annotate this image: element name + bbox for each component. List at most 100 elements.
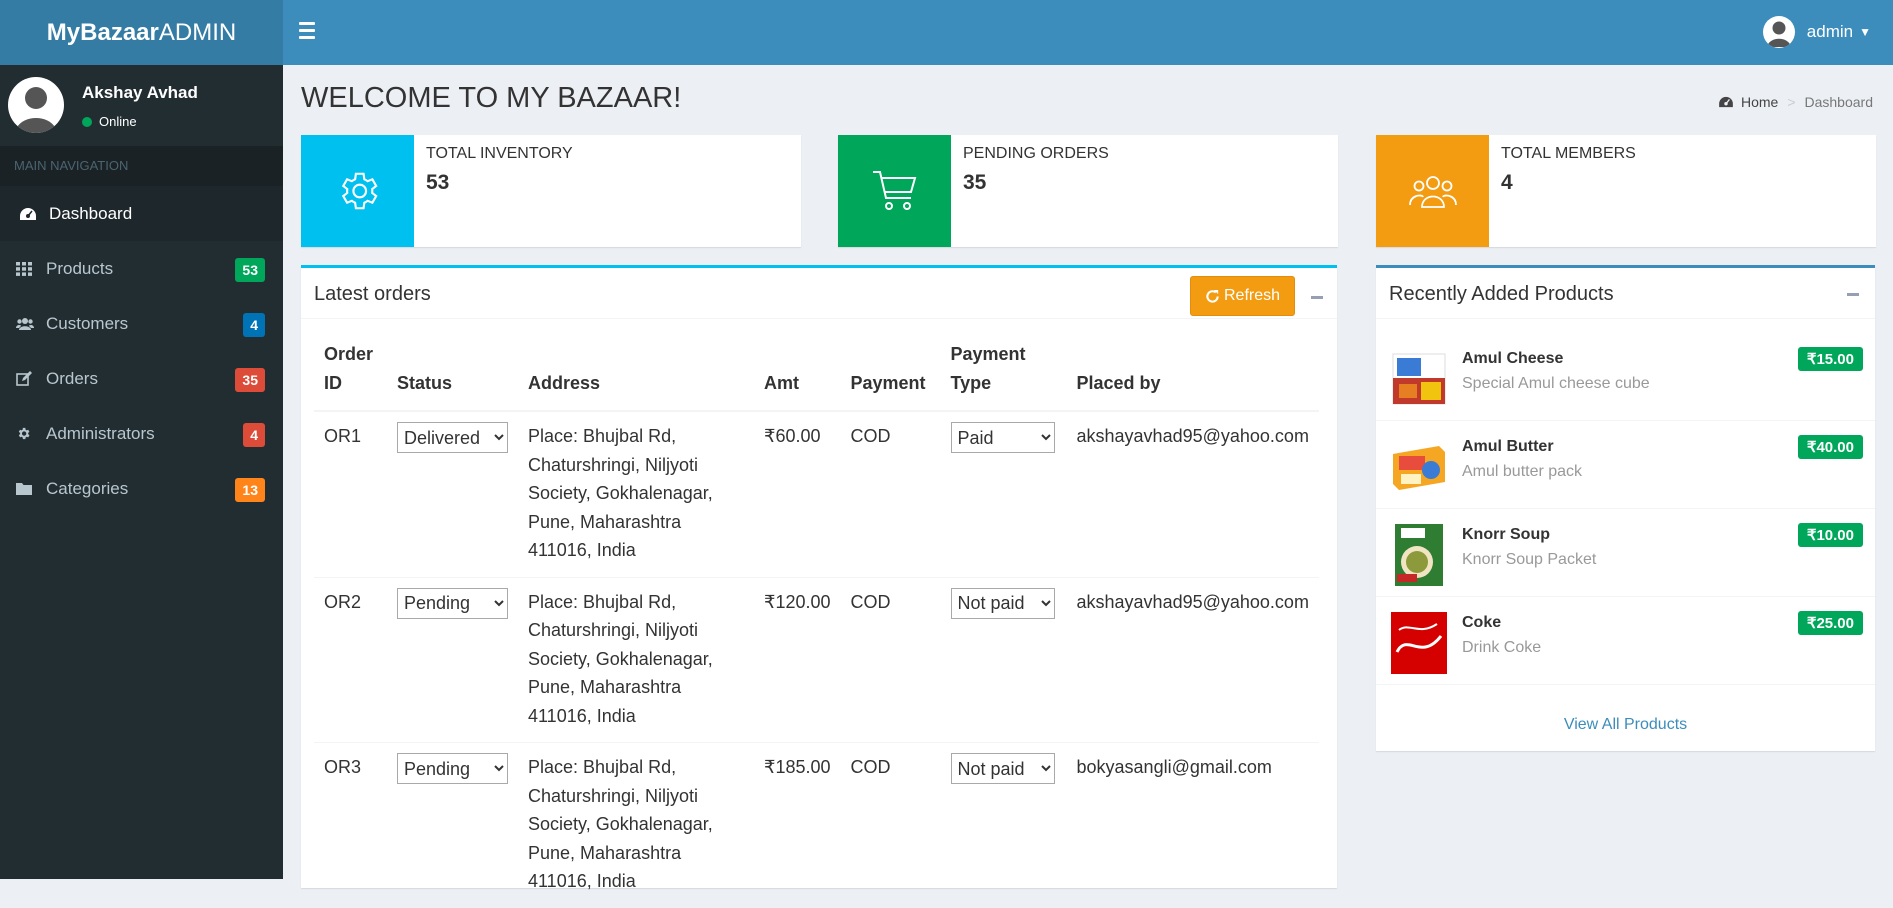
breadcrumb-current: Dashboard [1804,94,1874,110]
list-item[interactable]: Amul Butter Amul butter pack ₹40.00 [1376,420,1875,509]
sidebar-item-label: Dashboard [49,203,133,223]
product-description: Knorr Soup Packet [1462,551,1597,568]
sidebar-item-label: Administrators [46,423,155,443]
status-cell: Delivered [387,410,518,577]
payment-cell: COD [840,742,941,908]
address-cell: Place: Bhujbal Rd, Chatursh­ringi, Niljy… [518,410,754,577]
collapse-icon[interactable] [1847,293,1859,296]
product-description: Drink Coke [1462,639,1542,656]
categories-count-badge: 13 [235,478,265,502]
avatar [8,77,64,133]
product-image [1391,524,1447,586]
recent-products-box: Recently Added Products Amul Cheese Spec… [1376,265,1875,751]
column-header: Order ID [314,340,387,412]
sidebar-item-categories[interactable]: Categories 13 [0,461,283,516]
product-image [1391,612,1447,674]
page-title: WELCOME TO MY BAZAAR! [301,82,682,114]
placed-by-cell: bokyasangli@gmail.com [1066,742,1319,908]
column-header: Amt [754,340,841,412]
avatar-small [1762,16,1795,48]
table-row: OR2 Pending Place: Bhujbal Rd, Chatursh­… [314,576,1319,743]
nav-header: MAIN NAVIGATION [0,146,283,186]
sidebar-item-orders[interactable]: Orders 35 [0,351,283,406]
user-panel: Akshay Avhad Online [0,65,283,146]
info-box-members: TOTAL MEMBERS 4 [1376,135,1876,247]
view-all-products-link[interactable]: View All Products [1376,716,1875,734]
price-badge: ₹25.00 [1797,611,1863,635]
sidebar-user-name: Akshay Avhad [82,83,198,102]
product-name: Amul Cheese [1462,350,1564,367]
header-user-name: admin [1806,22,1854,41]
placed-by-cell: akshayavhad95@yahoo.com [1066,576,1319,743]
address-cell: Place: Bhujbal Rd, Chatursh­ringi, Niljy… [518,576,754,743]
recent-products-title: Recently Added Products [1389,283,1614,305]
folder-icon [16,482,36,495]
box-header-divider [301,318,1337,319]
column-header: Payment [840,340,941,412]
order-id: OR2 [314,576,387,743]
table-header-row: Order ID Status Address Amt Payment Paym… [314,340,1319,412]
price-badge: ₹10.00 [1797,523,1863,547]
table-row: OR1 Delivered Place: Bhujbal Rd, Chaturs… [314,410,1319,577]
sidebar-item-label: Customers [46,313,129,333]
online-status-icon [82,116,92,127]
product-description: Special Amul cheese cube [1462,375,1650,392]
grid-icon [16,261,36,276]
order-id: OR1 [314,410,387,577]
product-description: Amul butter pack [1462,463,1583,480]
brand-logo[interactable]: MyBazaar ADMIN [0,0,283,65]
payment-type-select[interactable]: Not paid [950,587,1055,619]
info-box-label: TOTAL MEMBERS [1501,145,1636,162]
refresh-icon [1205,289,1220,304]
sidebar-toggle-icon[interactable] [299,22,315,40]
collapse-icon[interactable] [1311,296,1323,299]
refresh-button[interactable]: Refresh [1190,276,1295,316]
status-select[interactable]: Pending [397,753,508,784]
payment-type-select[interactable]: Not paid [950,753,1055,784]
column-header: Placed by [1066,340,1319,412]
sidebar-item-administrators[interactable]: Administrators 4 [0,406,283,461]
info-box-number: 4 [1501,171,1513,194]
breadcrumb-separator: > [1787,94,1796,110]
breadcrumb-home-link[interactable]: Home [1741,94,1778,110]
user-menu[interactable]: admin ▼ [1762,16,1871,48]
price-badge: ₹15.00 [1797,347,1863,371]
user-status: Online [82,114,137,129]
payment-cell: COD [840,576,941,743]
sidebar-item-dashboard[interactable]: Dashboard [0,186,283,241]
info-box-label: PENDING ORDERS [963,145,1109,162]
product-image [1391,436,1447,498]
sidebar-item-products[interactable]: Products 53 [0,241,283,296]
info-box-inventory: TOTAL INVENTORY 53 [301,135,801,247]
status-select[interactable]: Pending [397,587,508,619]
payment-cell: COD [840,410,941,577]
payment-type-cell: Paid [940,410,1067,577]
sidebar-item-customers[interactable]: Customers 4 [0,296,283,351]
refresh-label: Refresh [1223,287,1281,304]
sidebar-item-label: Products [46,258,114,278]
latest-orders-title: Latest orders [314,283,431,305]
breadcrumb: Home > Dashboard [1718,94,1873,110]
list-item[interactable]: Amul Cheese Special Amul cheese cube ₹15… [1376,332,1875,421]
payment-type-select[interactable]: Paid [950,422,1055,453]
sidebar-item-label: Categories [46,478,129,498]
list-item[interactable]: Knorr Soup Knorr Soup Packet ₹10.00 [1376,508,1875,597]
edit-icon [16,371,36,386]
status-select[interactable]: Delivered [397,422,508,453]
products-count-badge: 53 [235,258,265,282]
brand-light: ADMIN [158,18,237,46]
product-name: Knorr Soup [1462,526,1550,543]
latest-orders-box: Latest orders Refresh Order ID Status Ad… [301,265,1337,908]
info-box-number: 35 [963,171,987,194]
gear-icon [16,426,36,441]
list-item[interactable]: Coke Drink Coke ₹25.00 [1376,596,1875,685]
customers-count-badge: 4 [243,313,265,337]
column-header: Address [518,340,754,412]
amount-cell: ₹120.00 [754,576,841,743]
caret-down-icon: ▼ [1859,25,1871,39]
status-cell: Pending [387,576,518,743]
cart-icon [838,135,951,247]
orders-count-badge: 35 [235,368,265,392]
amount-cell: ₹60.00 [754,410,841,577]
placed-by-cell: akshayavhad95@yahoo.com [1066,410,1319,577]
